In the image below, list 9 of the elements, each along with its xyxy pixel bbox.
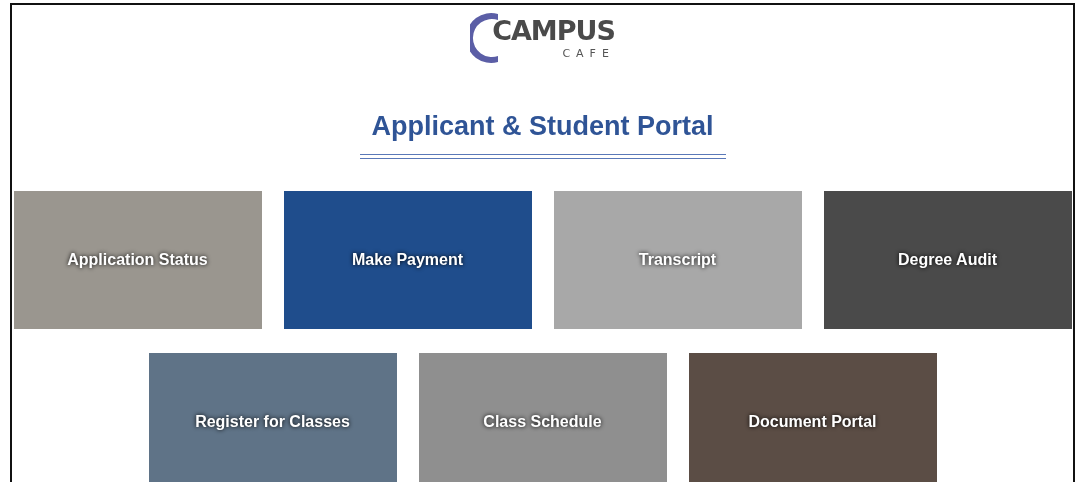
portal-tile[interactable]: Class Schedule [418,353,667,482]
logo-wordmark: CAMPUS [492,16,615,44]
portal-tile[interactable]: Application Status [13,191,262,330]
portal-tile[interactable]: Document Portal [688,353,937,482]
portal-tile[interactable]: Register for Classes [148,353,397,482]
portal-tile[interactable]: Degree Audit [823,191,1072,330]
page-title: Applicant & Student Portal [371,110,714,143]
portal-tile[interactable]: Make Payment [283,191,532,330]
logo-subtitle: CAFE [562,47,615,59]
